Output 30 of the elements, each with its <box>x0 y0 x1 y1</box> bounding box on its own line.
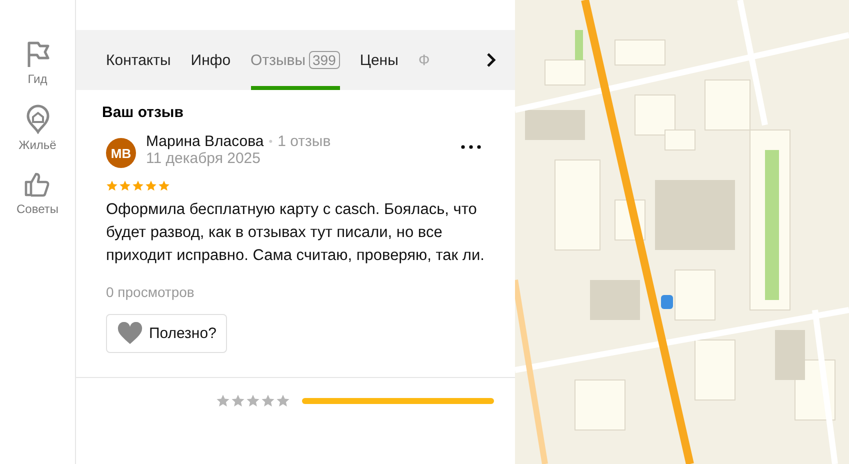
tab[interactable]: Контакты <box>106 30 171 90</box>
star-icon <box>158 180 170 192</box>
review-date: 11 декабря 2025 <box>146 150 262 167</box>
star-icon <box>231 394 245 408</box>
author-name[interactable]: Марина Власова <box>146 133 264 150</box>
thumbs-up-icon <box>23 170 52 198</box>
views-count: 0 просмотров <box>106 284 196 300</box>
separator-dot: • <box>268 136 273 148</box>
star-icon <box>119 180 131 192</box>
star-icon <box>106 180 118 192</box>
sidebar-item[interactable]: Гид <box>24 40 50 86</box>
chevron-right-icon[interactable] <box>485 52 497 68</box>
star-icon <box>246 394 260 408</box>
count-badge: 399 <box>308 51 340 69</box>
sidebar-item[interactable]: Советы <box>16 170 58 216</box>
star-icon <box>216 394 230 408</box>
star-icon <box>132 180 144 192</box>
more-icon <box>461 145 481 149</box>
review-count: 1 отзыв <box>278 133 331 150</box>
heart-icon <box>117 322 143 345</box>
star-icon <box>276 394 290 408</box>
star-icon <box>261 394 275 408</box>
section-title: Ваш отзыв <box>102 104 184 121</box>
tab[interactable]: Инфо <box>190 30 231 90</box>
tab[interactable]: Цены <box>360 30 398 90</box>
sidebar-item[interactable]: Жильё <box>18 104 56 152</box>
helpful-button[interactable]: Полезно? <box>106 314 228 353</box>
review-text: Оформила бесплатную карту с casch. Боялась, что будет развод, как в отзывах тут писали, но все приходит исправно. Сама считаю, проверяю, так ли. <box>106 200 486 266</box>
avatar: МВ <box>106 138 136 168</box>
star-icon <box>145 180 157 192</box>
